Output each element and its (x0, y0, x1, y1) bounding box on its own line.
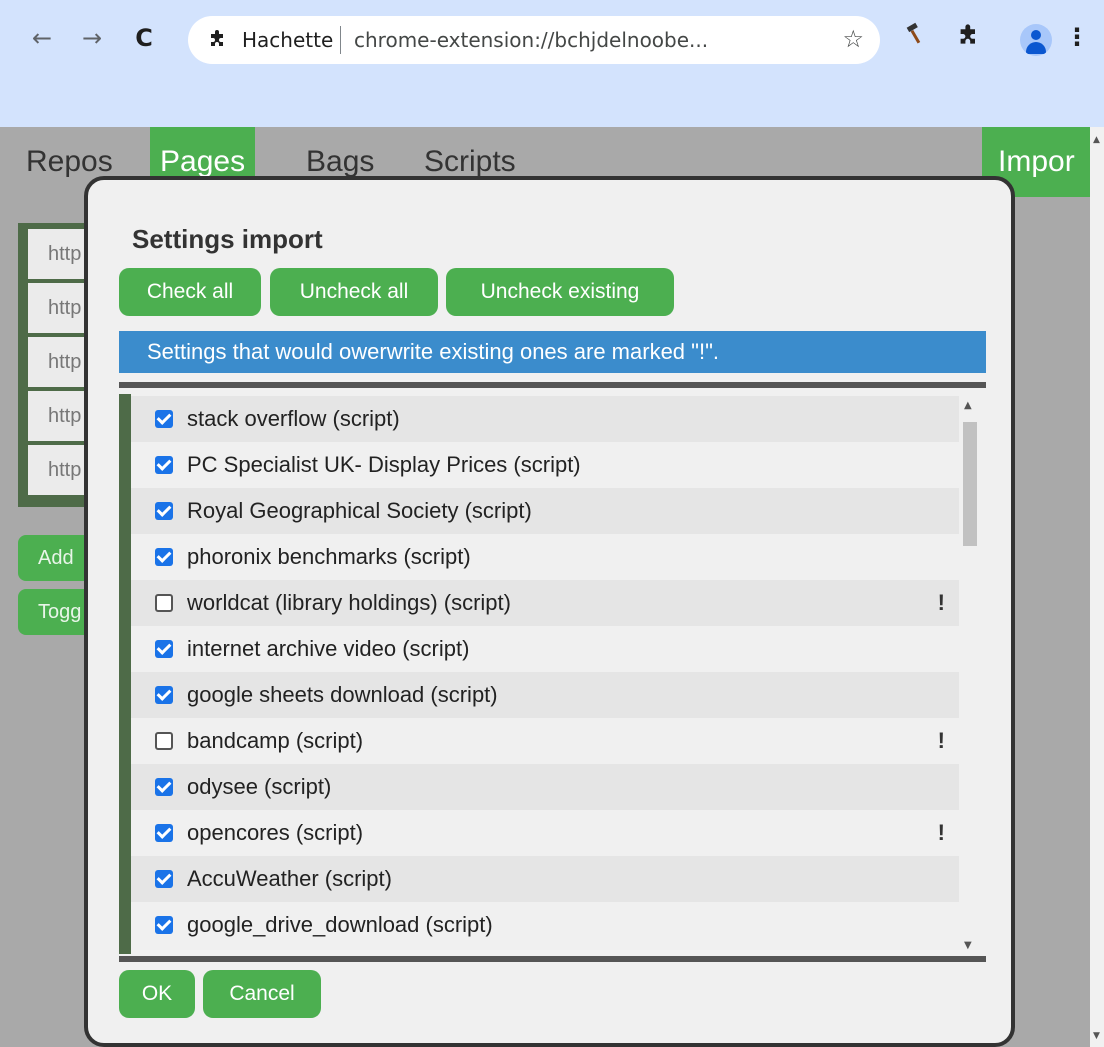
list-item[interactable]: opencores (script)! (131, 810, 959, 856)
check-all-button[interactable]: Check all (119, 268, 261, 316)
list-item-label: google_drive_download (script) (187, 912, 493, 937)
checkbox-checked[interactable] (155, 916, 173, 934)
info-message: Settings that would owerwrite existing o… (119, 331, 986, 373)
list-item[interactable]: phoronix benchmarks (script) (131, 534, 959, 580)
scroll-down-icon[interactable]: ▼ (964, 940, 972, 951)
settings-import-dialog: Settings import Check all Uncheck all Un… (84, 176, 1015, 1047)
list-item-label: bandcamp (script) (187, 728, 364, 753)
list-item[interactable]: stack overflow (script) (131, 396, 959, 442)
list-item-label: worldcat (library holdings) (script) (187, 590, 511, 615)
list-item-label: odysee (script) (187, 774, 332, 799)
list-item[interactable]: Royal Geographical Society (script) (131, 488, 959, 534)
existing-marker: ! (937, 728, 945, 753)
list-item[interactable]: PC Specialist UK- Display Prices (script… (131, 442, 959, 488)
uncheck-all-button[interactable]: Uncheck all (270, 268, 438, 316)
list-item[interactable]: worldcat (library holdings) (script)! (131, 580, 959, 626)
dialog-title: Settings import (132, 224, 323, 254)
list-item-label: internet archive video (script) (187, 636, 470, 661)
address-bar[interactable]: Hachette chrome-extension://bchjdelnoobe… (188, 16, 880, 64)
scroll-down-icon[interactable]: ▼ (1093, 1031, 1100, 1041)
list-item[interactable]: odysee (script) (131, 764, 959, 810)
hammer-icon[interactable] (900, 22, 930, 52)
checkbox-checked[interactable] (155, 778, 173, 796)
checkbox-checked[interactable] (155, 870, 173, 888)
forward-icon[interactable]: → (74, 20, 110, 56)
extensions-puzzle-icon[interactable] (954, 22, 984, 52)
menu-icon[interactable]: ⋮ (1062, 22, 1092, 52)
list-item-label: Royal Geographical Society (script) (187, 498, 532, 523)
page-scrollbar[interactable] (1090, 127, 1104, 1047)
checkbox-checked[interactable] (155, 824, 173, 842)
scrollbar-thumb[interactable] (963, 422, 977, 546)
puzzle-icon (208, 28, 230, 50)
cancel-button[interactable]: Cancel (203, 970, 321, 1018)
list-item[interactable]: bandcamp (script)! (131, 718, 959, 764)
checkbox-checked[interactable] (155, 456, 173, 474)
list-item[interactable]: google_drive_download (script) (131, 902, 959, 948)
settings-list: stack overflow (script) PC Specialist UK-… (131, 396, 959, 956)
checkbox-checked[interactable] (155, 548, 173, 566)
list-item-label: opencores (script) (187, 820, 364, 845)
checkbox-checked[interactable] (155, 410, 173, 428)
checkbox-unchecked[interactable] (155, 732, 173, 750)
list-item-label: phoronix benchmarks (script) (187, 544, 471, 569)
omnibox-divider (340, 26, 341, 54)
checkbox-unchecked[interactable] (155, 594, 173, 612)
checkbox-checked[interactable] (155, 502, 173, 520)
checkbox-checked[interactable] (155, 640, 173, 658)
browser-toolbar: ← → C Hachette chrome-extension://bchjde… (0, 0, 1104, 127)
bookmark-star-icon[interactable]: ☆ (842, 25, 864, 53)
site-name: Hachette (242, 28, 334, 52)
list-item[interactable]: google sheets download (script) (131, 672, 959, 718)
list-item-label: AccuWeather (script) (187, 866, 392, 891)
list-scrollbar[interactable]: ▲ ▼ (959, 396, 981, 956)
ok-button[interactable]: OK (119, 970, 195, 1018)
list-accent-bar (119, 394, 131, 954)
settings-list-frame: stack overflow (script) PC Specialist UK-… (119, 382, 986, 962)
uncheck-existing-button[interactable]: Uncheck existing (446, 268, 674, 316)
list-item[interactable]: AccuWeather (script) (131, 856, 959, 902)
list-item-label: stack overflow (script) (187, 406, 400, 431)
profile-avatar-icon[interactable] (1020, 24, 1052, 56)
list-item[interactable]: internet archive video (script) (131, 626, 959, 672)
list-item-label: PC Specialist UK- Display Prices (script… (187, 452, 581, 477)
back-icon[interactable]: ← (24, 20, 60, 56)
existing-marker: ! (937, 590, 945, 615)
existing-marker: ! (937, 820, 945, 845)
reload-icon[interactable]: C (126, 20, 162, 56)
scroll-up-icon[interactable]: ▲ (964, 400, 972, 411)
list-item-label: google sheets download (script) (187, 682, 498, 707)
scroll-up-icon[interactable]: ▲ (1093, 135, 1100, 145)
url-text[interactable]: chrome-extension://bchjdelnoobe... (354, 27, 708, 53)
checkbox-checked[interactable] (155, 686, 173, 704)
